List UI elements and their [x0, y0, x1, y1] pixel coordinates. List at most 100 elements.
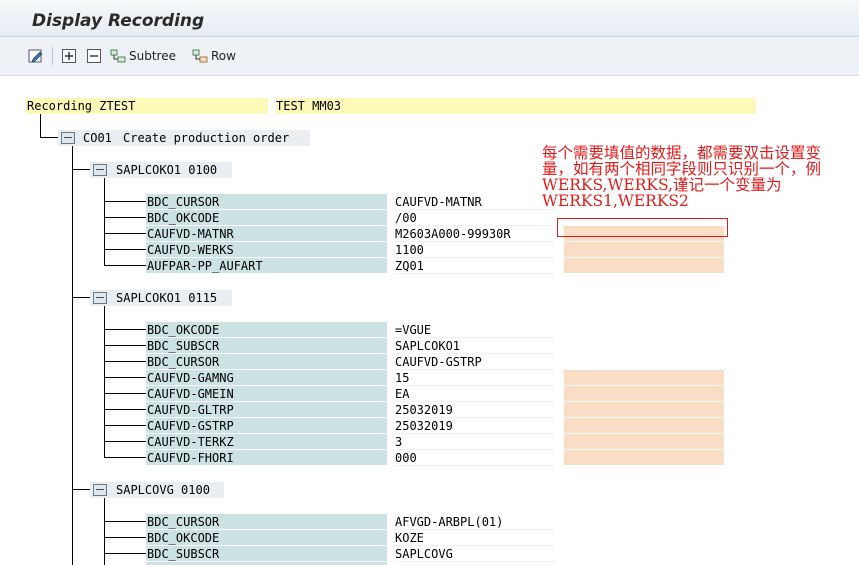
screen-program[interactable]: SAPLCOKO1 0100 — [116, 162, 217, 178]
field-name[interactable]: BDC_CURSOR — [147, 194, 219, 210]
collapse-node-icon[interactable] — [93, 292, 107, 304]
tree-line — [104, 265, 146, 266]
tree-line — [40, 137, 58, 138]
expand-all-icon — [62, 49, 76, 63]
tree-line — [104, 498, 105, 565]
field-name[interactable]: BDC_OKCODE — [147, 322, 219, 338]
tcode-text: Create production order — [123, 131, 290, 145]
recording-header-gap — [268, 98, 276, 114]
field-name[interactable]: CAUFVD-GSTRP — [147, 418, 234, 434]
field-value: KOZE — [395, 531, 424, 545]
collapse-all-icon — [87, 49, 101, 63]
tree-line — [72, 489, 90, 490]
field-name[interactable]: BDC_SUBSCR — [147, 546, 219, 562]
field-name[interactable]: CAUFVD-FHORI — [147, 450, 234, 466]
row-icon — [192, 49, 208, 63]
collapse-node-icon[interactable] — [93, 164, 107, 176]
annotation-note: 每个需要填值的数据，都需要双击设置变量，如有两个相同字段则只识别一个，例WERK… — [542, 144, 822, 210]
tree-line — [104, 345, 146, 346]
expand-button[interactable] — [61, 47, 80, 65]
field-value: EA — [395, 387, 410, 401]
variable-cell[interactable] — [564, 370, 724, 385]
recording-description: TEST MM03 — [276, 99, 342, 113]
field-name[interactable]: CAUFVD-GLTRP — [147, 402, 234, 418]
variable-cell[interactable] — [564, 242, 724, 257]
field-value-bg — [394, 450, 555, 466]
pencil-icon — [28, 49, 43, 63]
tree-line — [104, 329, 146, 330]
tree-line — [104, 201, 146, 202]
screen-program[interactable]: SAPLCOVG 0100 — [116, 482, 210, 498]
tree-line — [72, 146, 73, 565]
tree-line — [72, 169, 90, 170]
screen-program[interactable]: SAPLCOKO1 0115 — [116, 290, 217, 306]
subtree-button[interactable]: Subtree — [110, 47, 176, 65]
tree-line — [104, 377, 146, 378]
field-name[interactable]: BDC_SUBSCR — [147, 338, 219, 354]
field-value: 15 — [395, 371, 410, 385]
field-value-bg — [394, 434, 555, 450]
field-value: 000 — [395, 451, 417, 465]
collapse-node-icon[interactable] — [61, 132, 75, 144]
recording-label[interactable]: Recording ZTEST — [27, 98, 135, 114]
field-name[interactable]: AUFPAR-PP_AUFART — [147, 258, 263, 274]
tree-line — [104, 537, 146, 538]
field-value-bg — [394, 386, 555, 402]
field-value: SAPLCOKO1 — [395, 339, 461, 353]
field-value: M2603A000-99930R — [395, 227, 511, 241]
field-value: /00 — [395, 211, 417, 225]
field-name[interactable]: BDC_CURSOR — [147, 514, 219, 530]
field-name[interactable]: BDC_CURSOR — [147, 354, 219, 370]
tree-line — [104, 393, 146, 394]
window-title: Display Recording — [32, 11, 205, 31]
field-value: ZQ01 — [395, 259, 424, 273]
field-value: CAUFVD-GSTRP — [395, 355, 482, 369]
field-value: AFVGD-ARBPL(01) — [395, 515, 504, 529]
field-name[interactable]: CAUFVD-TERKZ — [147, 434, 234, 450]
recording-header-bar — [26, 98, 756, 114]
field-value-bg — [394, 370, 555, 386]
tree-line — [104, 441, 146, 442]
field-value: 25032019 — [395, 403, 453, 417]
field-name[interactable]: BDC_OKCODE — [147, 210, 219, 226]
variable-cell[interactable] — [564, 258, 724, 273]
field-value-bg — [394, 210, 555, 226]
edit-button[interactable] — [28, 47, 47, 65]
variable-cell[interactable] — [564, 386, 724, 401]
row-button[interactable]: Row — [192, 47, 236, 65]
field-name[interactable]: CAUFVD-MATNR — [147, 226, 234, 242]
collapse-node-icon[interactable] — [93, 484, 107, 496]
subtree-icon — [110, 49, 126, 63]
tree-line — [72, 297, 90, 298]
tree-line — [104, 457, 146, 458]
collapse-button[interactable] — [86, 47, 105, 65]
tree-line — [104, 178, 105, 266]
title-bar: Display Recording — [0, 0, 859, 37]
variable-cell[interactable] — [564, 402, 724, 417]
toolbar-separator — [52, 47, 53, 65]
tree-line — [40, 114, 41, 138]
field-name[interactable]: BDC_OKCODE — [147, 530, 219, 546]
application-toolbar: Subtree Row — [0, 37, 859, 76]
tree-line — [104, 217, 146, 218]
tree-line — [104, 233, 146, 234]
variable-cell[interactable] — [564, 418, 724, 433]
row-label: Row — [211, 49, 236, 63]
tcode-code[interactable]: CO01 — [83, 130, 112, 146]
field-value: SAPLCOVG — [395, 547, 453, 561]
tree-line — [104, 249, 146, 250]
field-value: 3 — [395, 435, 403, 449]
field-name[interactable]: CAUFVD-GMEIN — [147, 386, 234, 402]
annotation-highlight-box — [557, 218, 728, 237]
field-value: =VGUE — [395, 323, 432, 337]
subtree-label: Subtree — [129, 49, 176, 63]
tree-line — [104, 425, 146, 426]
tree-line — [104, 361, 146, 362]
tree-line — [104, 409, 146, 410]
variable-cell[interactable] — [564, 434, 724, 449]
field-name[interactable]: CAUFVD-GAMNG — [147, 370, 234, 386]
variable-cell[interactable] — [564, 450, 724, 465]
field-name[interactable]: CAUFVD-WERKS — [147, 242, 234, 258]
tree-line — [104, 553, 146, 554]
tree-line — [104, 521, 146, 522]
